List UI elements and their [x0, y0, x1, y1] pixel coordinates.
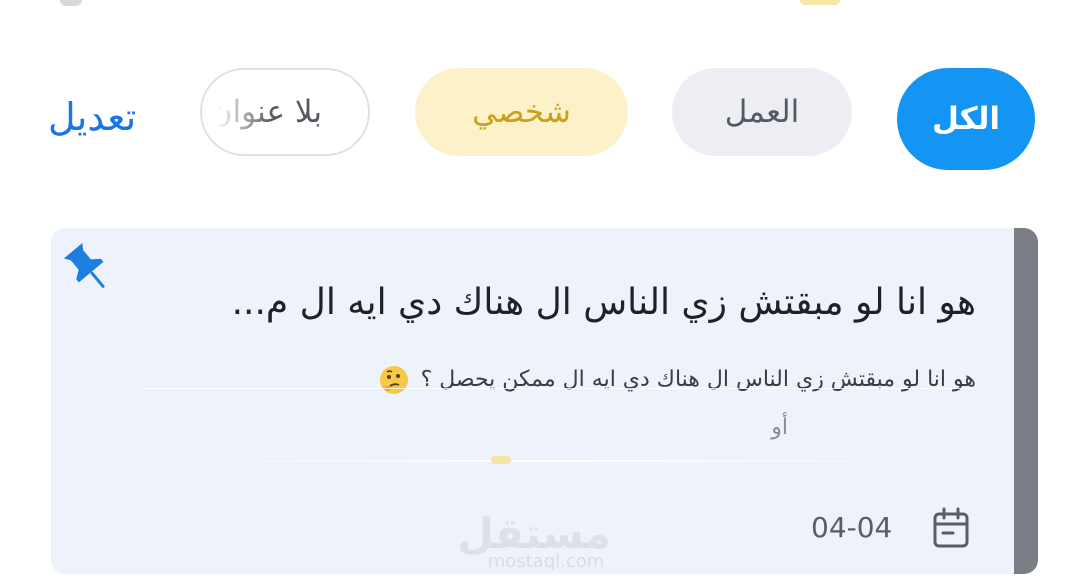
- filter-work-label: العمل: [724, 94, 800, 130]
- filter-personal-label: شخصي: [472, 94, 571, 130]
- notes-screen: الكل العمل شخصي بلا عنوان تعديل هو انا ل…: [0, 0, 1080, 586]
- note-preview-line: هو انا لو مبقتش زي الناس ال هناك دي ايه …: [136, 360, 976, 400]
- top-partial-element: [60, 0, 82, 6]
- note-color-bar: [1014, 228, 1038, 574]
- faded-emoji: [491, 456, 511, 464]
- filter-personal-chip[interactable]: شخصي: [415, 68, 628, 156]
- note-title: هو انا لو مبقتش زي الناس ال هناك دي ايه …: [231, 282, 976, 323]
- watermark-url: mostaql.com: [487, 551, 605, 572]
- filter-untitled-label: بلا عنوان: [209, 94, 322, 130]
- note-preview-line-2: أو: [771, 415, 788, 440]
- filter-work-chip[interactable]: العمل: [672, 68, 852, 156]
- fade-divider: [141, 460, 971, 462]
- edit-button[interactable]: تعديل: [48, 92, 142, 142]
- thinking-face-icon: [379, 366, 408, 394]
- filter-all-chip[interactable]: الكل: [897, 68, 1035, 170]
- pin-icon[interactable]: [56, 236, 116, 296]
- divider: [141, 388, 971, 389]
- note-card[interactable]: هو انا لو مبقتش زي الناس ال هناك دي ايه …: [51, 228, 1038, 574]
- top-partial-element: [800, 0, 840, 5]
- filter-all-label: الكل: [932, 101, 1000, 137]
- note-date: 04-04: [811, 511, 893, 544]
- calendar-icon: [933, 507, 969, 548]
- filter-untitled-chip[interactable]: بلا عنوان: [200, 68, 370, 156]
